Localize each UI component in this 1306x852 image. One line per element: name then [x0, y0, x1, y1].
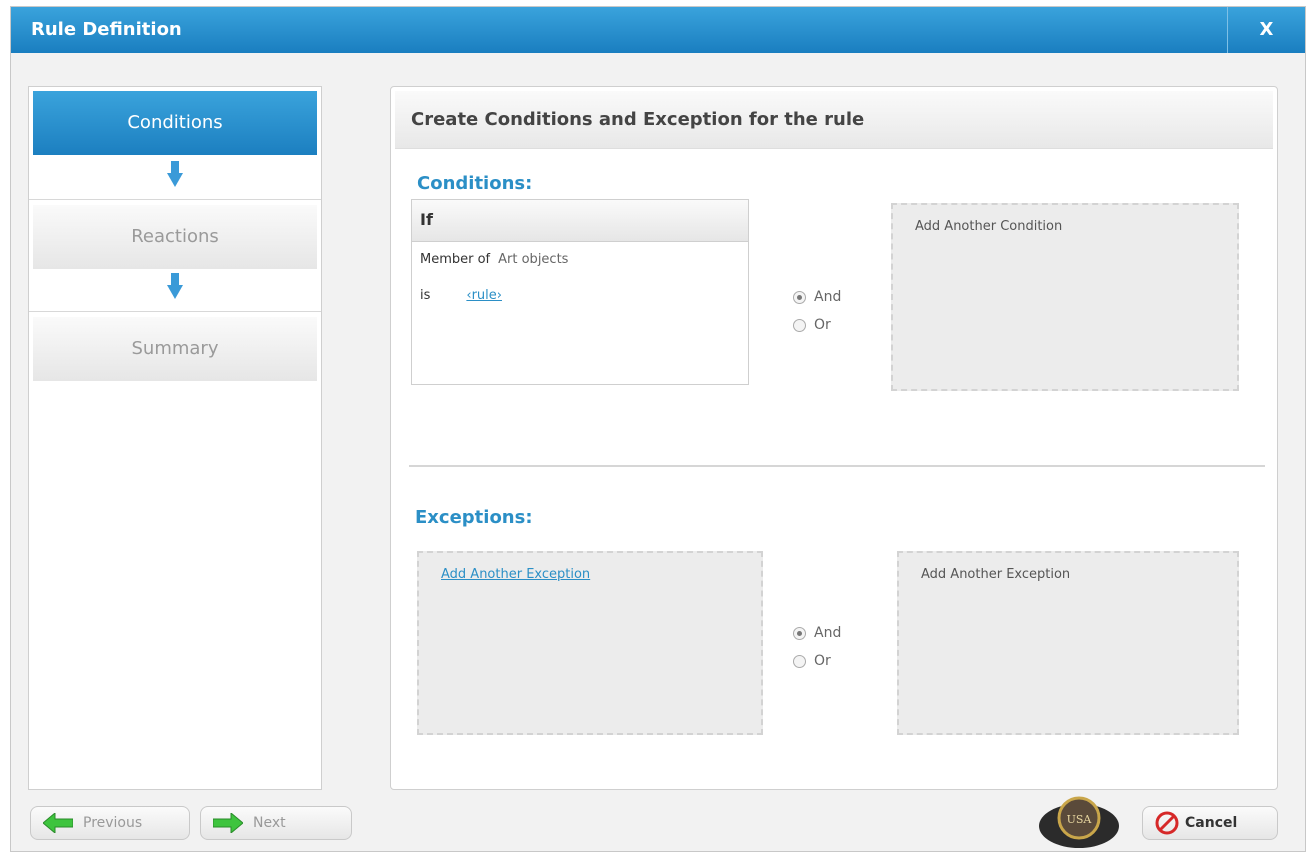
rule-link[interactable]: ‹rule›: [466, 288, 502, 303]
radio-and[interactable]: And: [793, 619, 841, 647]
main-header-title: Create Conditions and Exception for the …: [411, 109, 865, 130]
step-reactions[interactable]: Reactions: [33, 205, 317, 269]
condition-label: Member of: [420, 252, 491, 267]
arrow-right-icon: [213, 813, 243, 833]
add-exception-label: Add Another Exception: [921, 567, 1071, 582]
add-condition-dropzone[interactable]: Add Another Condition: [891, 203, 1239, 391]
exceptions-title: Exceptions:: [415, 507, 533, 528]
previous-label: Previous: [83, 815, 143, 831]
radio-and-label: And: [814, 625, 842, 641]
radio-unselected-icon[interactable]: [793, 654, 806, 668]
radio-or[interactable]: Or: [793, 647, 841, 675]
step-summary[interactable]: Summary: [33, 317, 317, 381]
radio-and-label: And: [814, 289, 842, 305]
close-button[interactable]: X: [1227, 7, 1305, 53]
cancel-icon: [1155, 811, 1179, 835]
divider: [29, 311, 321, 312]
exception-dropzone-right[interactable]: Add Another Exception: [897, 551, 1239, 735]
radio-or-label: Or: [814, 317, 831, 333]
add-condition-label: Add Another Condition: [915, 219, 1063, 234]
radio-or[interactable]: Or: [793, 311, 841, 339]
arrow-left-icon: [43, 813, 73, 833]
next-label: Next: [253, 815, 286, 831]
condition-row-is: is ‹rule›: [420, 288, 502, 303]
condition-logic-radios: And Or: [793, 283, 841, 339]
badge-text: USA: [1067, 813, 1093, 826]
arrow-down-icon: [167, 273, 183, 299]
radio-or-label: Or: [814, 653, 831, 669]
radio-selected-icon[interactable]: [793, 290, 806, 304]
add-exception-link[interactable]: Add Another Exception: [441, 567, 590, 582]
if-header: If: [412, 200, 748, 242]
exception-dropzone-left[interactable]: Add Another Exception: [417, 551, 763, 735]
condition-value: Art objects: [498, 252, 569, 267]
main-header: Create Conditions and Exception for the …: [395, 91, 1273, 149]
conditions-title: Conditions:: [417, 173, 533, 194]
titlebar: Rule Definition X: [11, 7, 1305, 53]
usa-badge-icon: USA: [1039, 796, 1119, 848]
condition-label: is: [420, 288, 431, 303]
if-condition-box: If Member of Art objects is ‹rule›: [411, 199, 749, 385]
step-conditions[interactable]: Conditions: [33, 91, 317, 155]
condition-row-member: Member of Art objects: [420, 252, 568, 267]
steps-panel: Conditions Reactions Summary: [28, 86, 322, 790]
cancel-label: Cancel: [1185, 815, 1238, 831]
arrow-down-icon: [167, 161, 183, 187]
cancel-button[interactable]: Cancel: [1142, 806, 1278, 840]
exception-logic-radios: And Or: [793, 619, 841, 675]
section-divider: [409, 465, 1265, 467]
next-button[interactable]: Next: [200, 806, 352, 840]
previous-button[interactable]: Previous: [30, 806, 190, 840]
divider: [29, 199, 321, 200]
main-panel: Create Conditions and Exception for the …: [390, 86, 1278, 790]
radio-unselected-icon[interactable]: [793, 318, 806, 332]
dialog-title: Rule Definition: [31, 19, 182, 40]
radio-selected-icon[interactable]: [793, 626, 806, 640]
radio-and[interactable]: And: [793, 283, 841, 311]
